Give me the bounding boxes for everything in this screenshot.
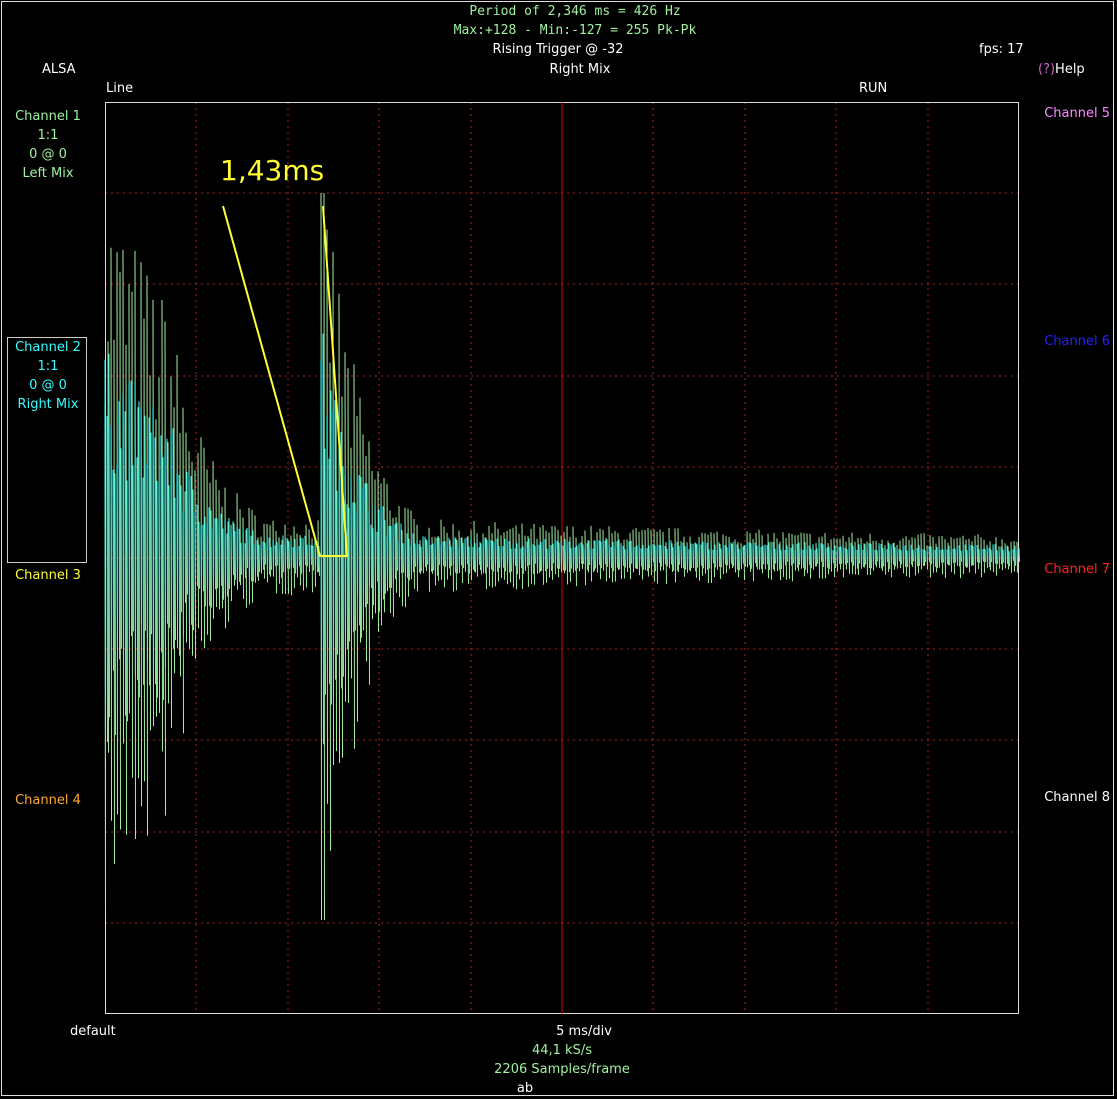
help-prefix: (?) bbox=[1038, 62, 1056, 77]
trigger-button[interactable]: Rising Trigger @ -32 bbox=[440, 40, 676, 59]
run-button[interactable]: RUN bbox=[859, 79, 887, 98]
channel-3-name: Channel 3 bbox=[15, 568, 81, 583]
channel-4-name: Channel 4 bbox=[15, 793, 81, 808]
channel-1-scale: 1:1 bbox=[37, 128, 59, 143]
channel-4-panel[interactable]: Channel 4 bbox=[8, 791, 88, 810]
channel-1-name: Channel 1 bbox=[15, 109, 81, 124]
period-readout: Period of 2,346 ms = 426 Hz bbox=[469, 4, 681, 19]
channel-6-button[interactable]: Channel 6 bbox=[1044, 332, 1110, 351]
channel-2-name: Channel 2 bbox=[15, 340, 81, 355]
help-label: Help bbox=[1055, 62, 1085, 77]
channel-2-offset: 0 @ 0 bbox=[29, 378, 67, 393]
timebase-button[interactable]: 5 ms/div bbox=[480, 1022, 688, 1041]
sample-rate-readout: 44,1 kS/s bbox=[531, 1043, 592, 1058]
channel-1-panel[interactable]: Channel 1 1:1 0 @ 0 Left Mix bbox=[8, 107, 88, 183]
channel-2-source: Right Mix bbox=[17, 397, 79, 412]
channel-7-button[interactable]: Channel 7 bbox=[1044, 560, 1110, 579]
samples-readout: 2206 Samples/frame bbox=[494, 1062, 630, 1077]
channel-2-panel[interactable]: Channel 2 1:1 0 @ 0 Right Mix bbox=[8, 338, 88, 414]
scope-display[interactable] bbox=[104, 102, 1020, 1014]
annotation-bracket bbox=[222, 205, 349, 557]
channel-2-scale: 1:1 bbox=[37, 359, 59, 374]
driver-button[interactable]: ALSA bbox=[42, 60, 76, 79]
input-button[interactable]: Line bbox=[106, 79, 133, 98]
channel-5-button[interactable]: Channel 5 bbox=[1044, 104, 1110, 123]
fps-readout: fps: 17 bbox=[979, 42, 1024, 57]
channel-1-offset: 0 @ 0 bbox=[29, 147, 67, 162]
annotation-label: 1,43ms bbox=[220, 154, 325, 187]
channel-3-panel[interactable]: Channel 3 bbox=[8, 566, 88, 585]
channel-1-source: Left Mix bbox=[22, 166, 74, 181]
maxmin-readout: Max:+128 - Min:-127 = 255 Pk-Pk bbox=[453, 23, 697, 38]
source-button[interactable]: Right Mix bbox=[480, 60, 680, 79]
mode-button[interactable]: ab bbox=[480, 1079, 570, 1098]
help-button[interactable]: (?)Help bbox=[1038, 60, 1085, 79]
device-button[interactable]: default bbox=[70, 1022, 116, 1041]
channel-8-button[interactable]: Channel 8 bbox=[1044, 788, 1110, 807]
